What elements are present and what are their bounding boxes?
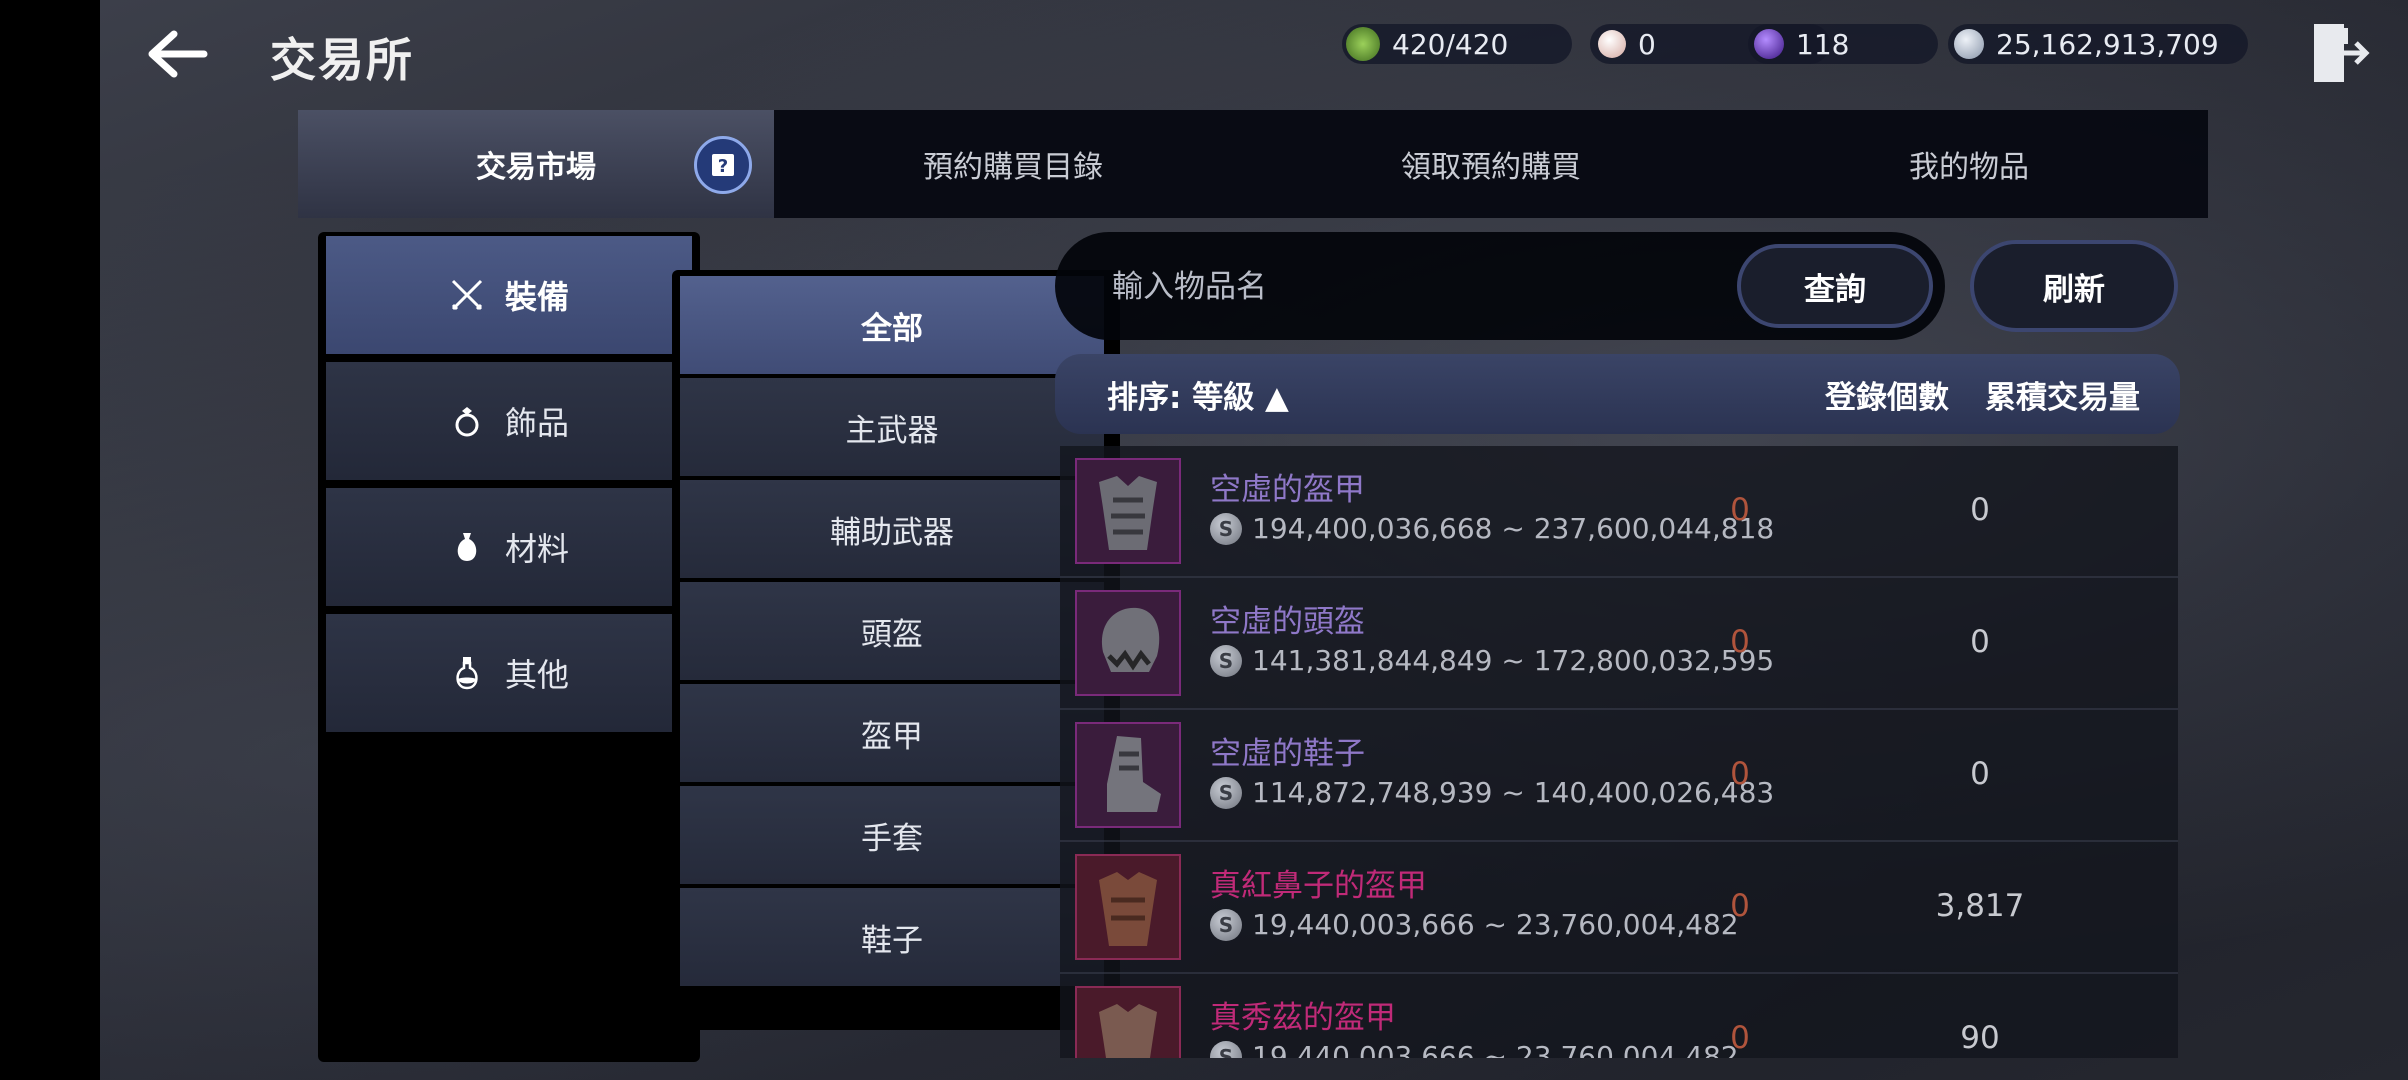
- category-accessory[interactable]: 飾品: [326, 362, 692, 480]
- subcategory-shoes[interactable]: 鞋子: [680, 888, 1104, 986]
- category-panel: 裝備 飾品 材料 其他: [318, 232, 700, 1062]
- resource-silver: 25,162,913,709: [1948, 24, 2248, 64]
- item-list: 空虛的盔甲 S 194,400,036,668 ~ 237,600,044,818…: [1060, 446, 2180, 1058]
- resource-gem-value: 118: [1796, 27, 1850, 61]
- tab-market-label: 交易市場: [476, 150, 596, 185]
- sort-toggle[interactable]: 排序: 等級 ▲: [1107, 372, 1289, 417]
- help-book-icon[interactable]: ?: [694, 136, 752, 194]
- back-arrow-icon[interactable]: [140, 24, 210, 84]
- subcategory-helmet[interactable]: 頭盔: [680, 582, 1104, 680]
- subcategory-main-weapon[interactable]: 主武器: [680, 378, 1104, 476]
- silver-coin-icon: S: [1210, 644, 1242, 677]
- subcategory-sub-weapon[interactable]: 輔助武器: [680, 480, 1104, 578]
- item-listed-count: 0: [1730, 888, 1750, 924]
- item-trade-volume: 3,817: [1935, 888, 2025, 924]
- item-name: 真秀茲的盔甲: [1210, 1000, 1396, 1036]
- item-listed-count: 0: [1730, 756, 1750, 792]
- resource-pearl-value: 0: [1638, 27, 1656, 61]
- list-item[interactable]: 空虛的鞋子 S 114,872,748,939 ~ 140,400,026,483…: [1060, 710, 2178, 842]
- category-material[interactable]: 材料: [326, 488, 692, 606]
- list-item[interactable]: 空虛的盔甲 S 194,400,036,668 ~ 237,600,044,818…: [1060, 446, 2178, 578]
- list-item[interactable]: 真秀茲的盔甲 S 19,440,003,666 ~ 23,760,004,482 …: [1060, 974, 2178, 1058]
- category-material-label: 材料: [504, 530, 569, 568]
- potion-icon: [456, 657, 478, 690]
- column-header-count: 登錄個數: [1825, 379, 1949, 416]
- category-equipment-label: 裝備: [504, 278, 569, 316]
- tab-my-items[interactable]: 我的物品: [1730, 110, 2208, 218]
- subcategory-panel: 全部 主武器 輔助武器 頭盔 盔甲 手套 鞋子: [672, 270, 1120, 1030]
- subcategory-all[interactable]: 全部: [680, 276, 1104, 374]
- item-listed-count: 0: [1730, 624, 1750, 660]
- silver-coin-icon: S: [1210, 512, 1242, 545]
- item-trade-volume: 0: [1970, 756, 1990, 792]
- item-name: 空虛的鞋子: [1210, 736, 1365, 772]
- item-name: 空虛的頭盔: [1210, 604, 1365, 640]
- item-name: 空虛的盔甲: [1210, 472, 1365, 508]
- armor-item-icon: [1075, 986, 1181, 1058]
- subcategory-gloves[interactable]: 手套: [680, 786, 1104, 884]
- resource-energy: 420/420: [1342, 24, 1572, 64]
- armor-item-icon: [1075, 854, 1181, 960]
- resource-energy-value: 420/420: [1392, 27, 1509, 61]
- tab-claim-reservation[interactable]: 領取預約購買: [1252, 110, 1730, 218]
- silver-coin-icon: [1954, 29, 1984, 59]
- list-header: 排序: 等級 ▲ 登錄個數 累積交易量: [1055, 354, 2180, 434]
- list-item[interactable]: 空虛的頭盔 S 141,381,844,849 ~ 172,800,032,595…: [1060, 578, 2178, 710]
- purple-gem-icon: [1754, 29, 1784, 59]
- item-listed-count: 0: [1730, 492, 1750, 528]
- boots-item-icon: [1075, 722, 1181, 828]
- silver-coin-icon: S: [1210, 776, 1242, 809]
- tab-bar: 交易市場 ? 預約購買目錄 領取預約購買 我的物品: [298, 110, 2208, 218]
- silver-coin-icon: S: [1210, 908, 1242, 941]
- green-energy-icon: [1346, 27, 1380, 61]
- refresh-button[interactable]: 刷新: [1970, 240, 2178, 332]
- item-trade-volume: 90: [1960, 1020, 2000, 1056]
- subcategory-armor[interactable]: 盔甲: [680, 684, 1104, 782]
- category-accessory-label: 飾品: [504, 404, 569, 442]
- ring-icon: [455, 407, 479, 437]
- item-name: 真紅鼻子的盔甲: [1210, 868, 1427, 904]
- page-title: 交易所: [270, 33, 414, 87]
- exchange-screen: 交易所 420/420 0 118 25,162,913,709 交易市場 ? …: [100, 0, 2408, 1080]
- item-trade-volume: 0: [1970, 624, 1990, 660]
- list-item[interactable]: 真紅鼻子的盔甲 S 19,440,003,666 ~ 23,760,004,482…: [1060, 842, 2178, 974]
- pouch-icon: [457, 533, 477, 561]
- category-other-label: 其他: [504, 656, 569, 694]
- tab-reservation-list[interactable]: 預約購買目錄: [774, 110, 1252, 218]
- resource-gem: 118: [1748, 24, 1938, 64]
- armor-item-icon: [1075, 458, 1181, 564]
- item-listed-count: 0: [1730, 1020, 1750, 1056]
- column-header-volume: 累積交易量: [1985, 379, 2140, 416]
- svg-text:?: ?: [718, 156, 728, 177]
- silver-coin-icon: S: [1210, 1040, 1242, 1058]
- resource-silver-value: 25,162,913,709: [1996, 27, 2219, 61]
- category-equipment[interactable]: 裝備: [326, 236, 692, 354]
- helmet-item-icon: [1075, 590, 1181, 696]
- pearl-icon: [1598, 30, 1626, 58]
- search-input[interactable]: [1110, 256, 1674, 318]
- tab-market[interactable]: 交易市場 ?: [298, 110, 774, 218]
- search-bar: 查詢: [1055, 232, 1945, 340]
- category-other[interactable]: 其他: [326, 614, 692, 732]
- item-trade-volume: 0: [1970, 492, 1990, 528]
- exit-door-icon[interactable]: [2310, 20, 2370, 86]
- crossed-swords-icon: [451, 279, 483, 311]
- query-button[interactable]: 查詢: [1737, 244, 1933, 328]
